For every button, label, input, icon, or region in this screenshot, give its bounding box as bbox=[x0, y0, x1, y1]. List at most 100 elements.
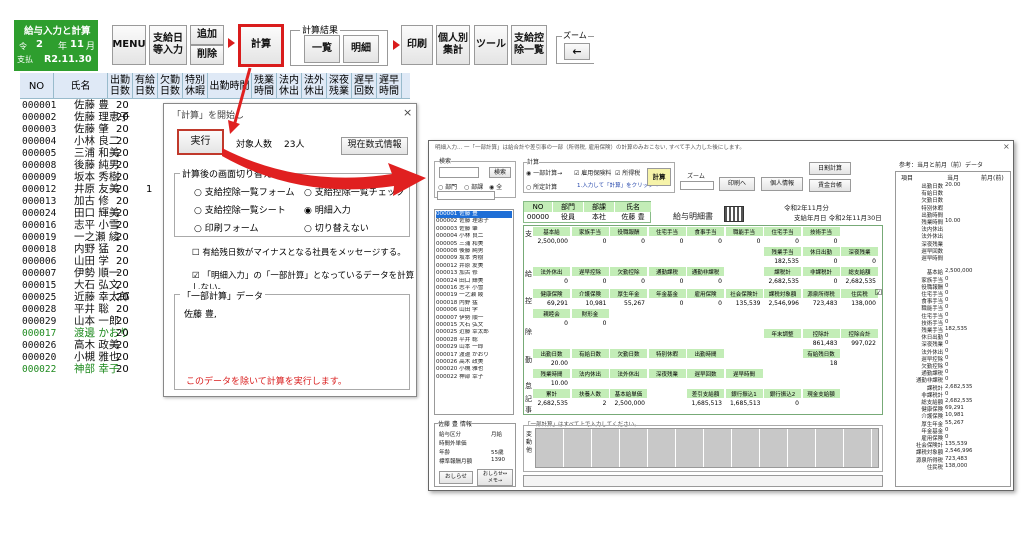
slip-value-cell[interactable]: 0 bbox=[649, 299, 686, 308]
list-item[interactable]: 000029 山本 一郎 bbox=[436, 344, 512, 351]
slip-value-cell[interactable]: 0 bbox=[533, 277, 570, 286]
radio-calc-fixed[interactable]: ○ 所定計算 bbox=[526, 182, 557, 191]
slip-value-cell[interactable] bbox=[649, 359, 686, 368]
search-input[interactable] bbox=[439, 167, 479, 178]
slip-value-cell[interactable]: 10,981 bbox=[572, 299, 609, 308]
detail-calc-button[interactable]: 計算 bbox=[647, 168, 671, 186]
slip-value-cell[interactable]: 861,483 bbox=[803, 339, 840, 348]
list-item[interactable]: 000001 佐藤 豊 bbox=[436, 211, 512, 218]
slip-value-cell[interactable]: 0 bbox=[803, 257, 840, 266]
slip-value-cell[interactable]: 0 bbox=[764, 237, 801, 246]
list-item[interactable]: 000004 小林 良二 bbox=[436, 233, 512, 240]
slip-value-cell[interactable] bbox=[764, 339, 801, 348]
list-item[interactable]: 000017 渡邊 かおり bbox=[436, 352, 512, 359]
detail-window: 明細入力... 一「一部計算」は給合計や差引事の一部（所得税, 雇用保険）の計算… bbox=[428, 140, 1014, 491]
radio-all[interactable]: ◉ 全 bbox=[489, 182, 502, 191]
slip-value-cell[interactable]: 0 bbox=[687, 299, 724, 308]
slip-value-cell[interactable]: 2 bbox=[572, 399, 609, 408]
list-item[interactable]: 000012 井原 友美 bbox=[436, 263, 512, 270]
slip-value-cell[interactable]: 0 bbox=[726, 237, 763, 246]
list-item[interactable]: 000022 神部 幸子 bbox=[436, 374, 512, 381]
list-item[interactable]: 000028 平井 聡 bbox=[436, 337, 512, 344]
print-nav-button[interactable]: 印刷へ bbox=[719, 177, 755, 191]
slip-value-cell[interactable] bbox=[572, 359, 609, 368]
ref-head-prev: 前月(前) bbox=[981, 175, 1004, 182]
slip-header-cell: 住宅手当 bbox=[648, 227, 686, 236]
list-item[interactable]: 000026 高木 政美 bbox=[436, 359, 512, 366]
slip-value-cell[interactable]: 0 bbox=[764, 399, 801, 408]
list-item[interactable]: 000006 山田 学 bbox=[436, 307, 512, 314]
notice-button[interactable]: おしらせ bbox=[439, 471, 473, 484]
list-item[interactable]: 000003 佐藤 肇 bbox=[436, 226, 512, 233]
slip-value-cell[interactable]: 0 bbox=[803, 277, 840, 286]
slip-value-cell[interactable]: 55,267 bbox=[610, 299, 647, 308]
wage-ledger-button[interactable]: 賃金台帳 bbox=[809, 179, 851, 192]
slip-value-cell[interactable]: 2,500,000 bbox=[533, 237, 570, 246]
slip-value-cell[interactable]: 0 bbox=[841, 257, 878, 266]
slip-value-cell[interactable]: 0 bbox=[803, 237, 840, 246]
list-item[interactable]: 000020 小槻 雅也 bbox=[436, 366, 512, 373]
slip-value-cell[interactable]: 135,539 bbox=[726, 299, 763, 308]
list-item[interactable]: 000025 近藤 幸太郎 bbox=[436, 329, 512, 336]
slip-value-cell[interactable]: 10.00 bbox=[533, 379, 570, 388]
slip-value-cell[interactable] bbox=[687, 359, 724, 368]
slip-value-cell[interactable]: 182,535 bbox=[764, 257, 801, 266]
zoom-select[interactable] bbox=[680, 181, 714, 190]
change-grid[interactable] bbox=[535, 428, 879, 468]
slip-value-cell[interactable]: 0 bbox=[572, 277, 609, 286]
slip-value-cell[interactable]: 0 bbox=[649, 277, 686, 286]
slip-value-cell[interactable]: 0 bbox=[649, 237, 686, 246]
slip-value-cell[interactable]: 0 bbox=[687, 277, 724, 286]
memo-field[interactable] bbox=[523, 475, 883, 487]
list-item[interactable]: 000008 後藤 純男 bbox=[436, 248, 512, 255]
list-item[interactable]: 000018 内野 猛 bbox=[436, 300, 512, 307]
slip-value-cell[interactable]: 18 bbox=[803, 359, 840, 368]
list-item[interactable]: 000007 伊勢 順一 bbox=[436, 315, 512, 322]
personal-info-button[interactable]: 個人情報 bbox=[761, 177, 803, 191]
slip-value-cell[interactable]: 20.00 bbox=[533, 359, 570, 368]
section-label: 除 bbox=[525, 328, 532, 336]
slip-value-cell[interactable]: 2,682,535 bbox=[841, 277, 878, 286]
slip-value-cell[interactable] bbox=[610, 359, 647, 368]
radio-dept[interactable]: ○ 部門 bbox=[438, 182, 457, 191]
list-item[interactable]: 000016 志平 小雪 bbox=[436, 285, 512, 292]
daily-calc-button[interactable]: 日割計算 bbox=[809, 162, 851, 175]
ref-current: 10.00 bbox=[945, 218, 961, 224]
list-item[interactable]: 000009 坂本 秀樹 bbox=[436, 255, 512, 262]
radio-dept2[interactable]: ○ 部課 bbox=[464, 182, 483, 191]
slip-value-cell[interactable]: 997,022 bbox=[841, 339, 878, 348]
slip-value-cell[interactable]: 2,682,535 bbox=[533, 399, 570, 408]
slip-value-cell[interactable]: 1,685,513 bbox=[687, 399, 724, 408]
slip-value-cell[interactable]: 0 bbox=[572, 237, 609, 246]
slip-value-cell[interactable]: 0 bbox=[572, 319, 609, 328]
detail-close-icon[interactable]: × bbox=[1003, 142, 1010, 151]
slip-value-cell[interactable] bbox=[803, 399, 840, 408]
dept-select[interactable] bbox=[437, 191, 495, 200]
calculator-icon[interactable] bbox=[724, 206, 744, 222]
list-item[interactable]: 000002 佐藤 理恵子 bbox=[436, 218, 512, 225]
slip-value-cell[interactable]: 0 bbox=[687, 237, 724, 246]
list-item[interactable]: 000024 田口 輝美 bbox=[436, 278, 512, 285]
resident-tax-check-icon[interactable]: ☑ bbox=[875, 288, 882, 297]
search-button[interactable]: 検索 bbox=[489, 167, 511, 178]
check-emp-insurance[interactable]: ☑ 雇用保険料 bbox=[574, 168, 611, 177]
list-item[interactable]: 000005 三浦 和美 bbox=[436, 241, 512, 248]
list-item[interactable]: 000015 大石 弘文 bbox=[436, 322, 512, 329]
memo-button[interactable]: おしらせ↔ メモ→ bbox=[477, 469, 513, 486]
check-income-tax[interactable]: ☑ 所得税 bbox=[615, 168, 640, 177]
slip-value-cell[interactable]: 0 bbox=[610, 277, 647, 286]
slip-header-cell: 住民税 bbox=[841, 289, 878, 298]
list-item[interactable]: 000019 一之瀬 綾 bbox=[436, 292, 512, 299]
list-item[interactable]: 000013 加古 修 bbox=[436, 270, 512, 277]
slip-value-cell[interactable]: 69,291 bbox=[533, 299, 570, 308]
slip-value-cell[interactable]: 2,500,000 bbox=[610, 399, 647, 408]
slip-value-cell[interactable]: 0 bbox=[610, 237, 647, 246]
slip-value-cell[interactable]: 723,483 bbox=[803, 299, 840, 308]
slip-value-cell[interactable]: 2,682,535 bbox=[764, 277, 801, 286]
ref-current: 0 bbox=[945, 318, 949, 325]
slip-value-cell[interactable]: 0 bbox=[533, 319, 570, 328]
slip-value-cell[interactable]: 2,546,996 bbox=[764, 299, 801, 308]
slip-value-cell[interactable]: 138,000 bbox=[841, 299, 878, 308]
radio-calc-partial[interactable]: ◉ 一部計算→ bbox=[526, 168, 562, 177]
slip-value-cell[interactable]: 1,685,513 bbox=[726, 399, 763, 408]
